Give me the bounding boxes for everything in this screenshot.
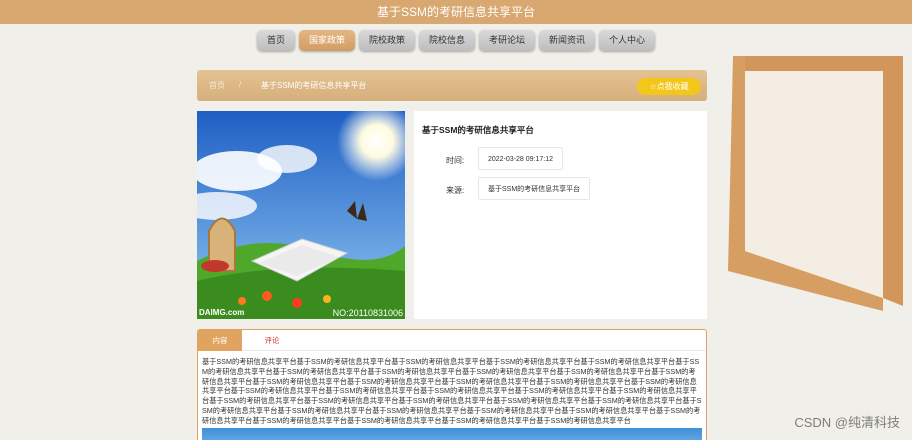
breadcrumb-current: 基于SSM的考研信息共享平台	[261, 81, 367, 90]
time-value: 2022-03-28 09:17:12	[478, 147, 563, 170]
source-value: 基于SSM的考研信息共享平台	[478, 177, 591, 200]
nav-item-school-policy[interactable]: 院校政策	[358, 30, 415, 51]
decorative-frame-icon	[728, 56, 903, 311]
article-body-image	[202, 428, 702, 440]
breadcrumb: 首页 / 基于SSM的考研信息共享平台 ☆点我收藏	[197, 70, 707, 101]
app-title: 基于SSM的考研信息共享平台	[376, 5, 535, 19]
favorite-button[interactable]: ☆点我收藏	[637, 78, 701, 95]
breadcrumb-separator: /	[239, 80, 242, 89]
content-tabs: 内容 评论	[198, 330, 706, 351]
breadcrumb-home-link[interactable]: 首页	[209, 80, 225, 91]
nav-item-school-info[interactable]: 院校信息	[418, 30, 475, 51]
nav-item-news[interactable]: 新闻资讯	[539, 30, 596, 51]
nav-item-forum[interactable]: 考研论坛	[479, 30, 536, 51]
cover-watermark-right: NO:20110831006	[332, 308, 403, 318]
nav-item-home[interactable]: 首页	[256, 30, 295, 51]
time-label: 时间:	[446, 156, 465, 165]
app-title-bar: 基于SSM的考研信息共享平台	[0, 0, 912, 24]
cover-watermark-left: DAIMG.com	[199, 308, 245, 317]
tab-comment[interactable]: 评论	[250, 330, 294, 351]
article-body-text: 基于SSM的考研信息共享平台基于SSM的考研信息共享平台基于SSM的考研信息共享…	[202, 357, 702, 425]
csdn-watermark: CSDN @纯清科技	[794, 415, 900, 430]
main-nav: 首页 国家政策 院校政策 院校信息 考研论坛 新闻资讯 个人中心	[0, 30, 912, 51]
nav-item-national-policy[interactable]: 国家政策	[298, 30, 355, 51]
article-cover-image: DAIMG.com NO:20110831006	[197, 111, 405, 319]
cover-illustration	[197, 111, 405, 319]
source-label: 来源:	[446, 186, 465, 195]
content-panel: 内容 评论 基于SSM的考研信息共享平台基于SSM的考研信息共享平台基于SSM的…	[197, 329, 707, 440]
article-title: 基于SSM的考研信息共享平台	[422, 125, 534, 135]
tab-content[interactable]: 内容	[198, 330, 242, 351]
article-info-panel: 基于SSM的考研信息共享平台 时间: 2022-03-28 09:17:12 来…	[414, 111, 707, 319]
nav-item-profile[interactable]: 个人中心	[599, 30, 656, 51]
